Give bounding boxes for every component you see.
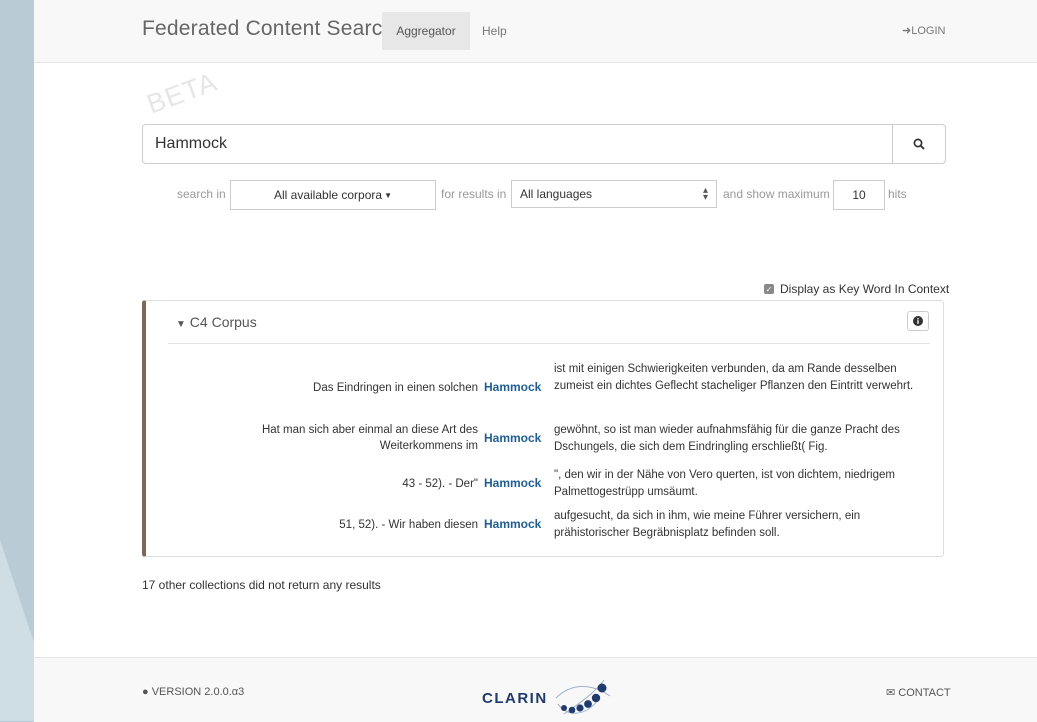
right-context: ist mit einigen Schwierigkeiten verbunde…	[554, 363, 914, 392]
corpora-value: All available corpora	[274, 188, 383, 202]
search-bar	[142, 124, 946, 164]
logo-text: CLARIN	[482, 689, 548, 707]
info-icon	[913, 316, 923, 326]
footer: ● VERSION 2.0.0.α3 CLARIN ✉ CONTACT	[34, 657, 1037, 722]
panel-header[interactable]: ▼ C4 Corpus	[176, 314, 257, 330]
show-max-label: and show maximum	[723, 187, 830, 201]
tab-aggregator[interactable]: Aggregator	[382, 12, 470, 50]
navbar: Federated Content Search Aggregator Help…	[34, 0, 1037, 63]
panel-divider	[168, 343, 930, 344]
language-select[interactable]: All languages ▴ ▾	[511, 180, 717, 208]
left-context: 43 - 52). - Der"	[402, 478, 478, 490]
select-arrows-icon: ▴ ▾	[702, 185, 708, 203]
kwic-toggle[interactable]: ✓ Display as Key Word In Context	[764, 282, 949, 296]
corpora-dropdown[interactable]: All available corpora ▼	[230, 180, 436, 210]
search-button[interactable]	[892, 125, 945, 163]
page: Federated Content Search Aggregator Help…	[34, 0, 1037, 722]
version-label: VERSION 2.0.0.α3	[151, 686, 245, 698]
left-context: 51, 52). - Wir haben diesen	[339, 519, 478, 531]
chevron-down-icon: ▼	[176, 319, 186, 330]
hits-label: hits	[888, 187, 907, 201]
left-context: Hat man sich aber einmal an diese Art de…	[261, 424, 478, 452]
keyword: Hammock	[484, 431, 542, 445]
kwic-label: Display as Key Word In Context	[780, 282, 950, 296]
keyword: Hammock	[484, 517, 542, 531]
tab-help[interactable]: Help	[482, 12, 507, 50]
login-icon: ➜	[902, 25, 912, 37]
clarin-logo[interactable]: CLARIN	[482, 674, 614, 722]
search-in-label: search in	[177, 187, 226, 201]
search-icon	[913, 138, 925, 150]
contact-label: CONTACT	[898, 687, 951, 699]
corpus-results-panel: ▼ C4 Corpus Das Eindringen in einen solc…	[142, 300, 944, 557]
login-link[interactable]: ➜LOGIN	[902, 24, 945, 37]
right-context: gewöhnt, so ist man wieder aufnahmsfähig…	[554, 424, 900, 453]
clarin-logo-icon	[555, 679, 610, 715]
checkbox-checked-icon[interactable]: ✓	[764, 284, 774, 294]
info-icon: ●	[142, 686, 149, 698]
beta-watermark: BETA	[142, 66, 222, 120]
no-results-message: 17 other collections did not return any …	[142, 578, 381, 592]
keyword: Hammock	[484, 380, 542, 394]
caret-down-icon: ▼	[384, 190, 392, 200]
search-input[interactable]	[143, 125, 892, 163]
right-context: aufgesucht, da sich in ihm, wie meine Fü…	[554, 510, 861, 539]
max-hits-input[interactable]: 10	[833, 180, 885, 210]
info-button[interactable]	[907, 311, 929, 331]
version-info[interactable]: ● VERSION 2.0.0.α3	[142, 686, 244, 698]
keyword: Hammock	[484, 476, 542, 490]
panel-title: C4 Corpus	[189, 314, 257, 330]
contact-link[interactable]: ✉ CONTACT	[886, 686, 951, 699]
envelope-icon: ✉	[886, 687, 896, 699]
brand-title[interactable]: Federated Content Search	[142, 17, 394, 41]
left-context: Das Eindringen in einen solchen	[313, 382, 478, 394]
login-label: LOGIN	[911, 25, 946, 37]
language-value: All languages	[520, 187, 593, 201]
right-context: ", den wir in der Nähe von Vero querten,…	[554, 469, 895, 498]
results-in-label: for results in	[441, 187, 507, 201]
